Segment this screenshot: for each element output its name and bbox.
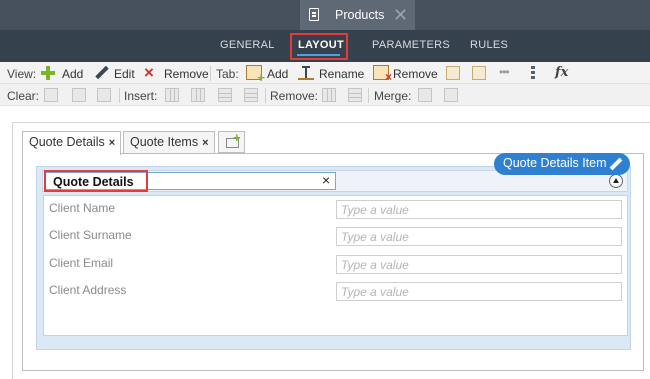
document-tab[interactable]: Products ✕ xyxy=(300,0,415,30)
item-badge[interactable]: Quote Details Item xyxy=(494,153,630,175)
clear-column-icon[interactable] xyxy=(97,88,111,102)
edit-view-button[interactable]: Edit xyxy=(114,67,135,81)
merge-cells-icon[interactable] xyxy=(418,88,432,102)
pencil-icon[interactable] xyxy=(609,157,623,171)
document-title: Products xyxy=(335,8,385,22)
insert-row-above-icon[interactable] xyxy=(218,88,232,102)
add-tab-button[interactable]: Add xyxy=(267,67,288,81)
client-email-input[interactable] xyxy=(337,256,621,273)
client-email-field[interactable] xyxy=(336,255,622,274)
close-tab-icon[interactable]: × xyxy=(202,137,208,149)
client-email-label: Client Email xyxy=(49,256,114,270)
clear-row-icon[interactable] xyxy=(72,88,86,102)
toolbar-separator xyxy=(368,88,369,103)
clear-label: Clear: xyxy=(7,89,40,103)
insert-column-right-icon[interactable] xyxy=(191,88,205,102)
client-address-label: Client Address xyxy=(49,283,127,297)
remove-view-icon[interactable]: × xyxy=(144,64,154,81)
add-view-icon[interactable] xyxy=(41,66,55,80)
tab-label: Tab: xyxy=(216,67,239,81)
remove-tab-icon[interactable]: × xyxy=(373,65,392,83)
rename-tab-button[interactable]: Rename xyxy=(319,67,364,81)
toolbar-separator xyxy=(119,88,120,103)
tab-quote-items[interactable]: Quote Items × xyxy=(123,131,215,154)
remove-row-icon[interactable] xyxy=(348,88,362,102)
clear-icon[interactable]: × xyxy=(322,172,330,188)
client-surname-label: Client Surname xyxy=(49,228,132,242)
toolbar-separator xyxy=(210,66,211,81)
tab-general[interactable]: GENERAL xyxy=(220,39,275,51)
item-badge-label: Quote Details Item xyxy=(503,156,607,170)
toolbar-separator xyxy=(265,88,266,103)
fx-icon[interactable]: fx xyxy=(555,65,568,80)
add-tab-icon[interactable]: + xyxy=(246,65,265,84)
layout-tab-highlight xyxy=(290,33,348,60)
merge-label: Merge: xyxy=(374,89,412,103)
add-view-button[interactable]: Add xyxy=(62,67,83,81)
close-icon[interactable]: ✕ xyxy=(393,6,408,24)
close-tab-icon[interactable]: × xyxy=(109,137,115,149)
split-cells-icon[interactable] xyxy=(444,88,458,102)
move-tab-right-icon[interactable] xyxy=(472,66,486,80)
insert-column-left-icon[interactable] xyxy=(165,88,179,102)
client-name-label: Client Name xyxy=(49,201,116,215)
insert-label: Insert: xyxy=(124,89,158,103)
insert-row-below-icon[interactable] xyxy=(244,88,258,102)
tab-parameters[interactable]: PARAMETERS xyxy=(372,39,450,51)
document-icon xyxy=(309,8,319,21)
tab-quote-details[interactable]: Quote Details × xyxy=(22,131,121,155)
edit-icon[interactable] xyxy=(95,66,109,80)
client-name-field[interactable] xyxy=(336,200,622,219)
more-dots-icon[interactable]: ••• xyxy=(499,65,510,79)
client-name-input[interactable] xyxy=(337,201,621,218)
toolbar-primary: View: Add Edit × Remove Tab: + Add Renam… xyxy=(0,62,650,84)
remove-column-icon[interactable] xyxy=(322,88,336,102)
clear-cell-icon[interactable] xyxy=(44,88,58,102)
remove-view-button[interactable]: Remove xyxy=(164,67,209,81)
collapse-icon[interactable] xyxy=(609,174,623,188)
view-label: View: xyxy=(7,67,37,81)
move-tab-left-icon[interactable] xyxy=(446,66,460,80)
toolbar-secondary: Clear: Insert: Remove: Merge: xyxy=(0,84,650,106)
client-address-field[interactable] xyxy=(336,282,622,301)
add-tab-button[interactable]: + xyxy=(218,131,245,153)
client-surname-field[interactable] xyxy=(336,227,622,246)
rename-tab-icon[interactable] xyxy=(298,66,314,80)
vertical-dots-icon[interactable] xyxy=(531,66,535,80)
tab-quote-details-label: Quote Details xyxy=(29,135,105,149)
section-name-highlight xyxy=(44,170,148,192)
client-surname-input[interactable] xyxy=(337,228,621,245)
client-address-input[interactable] xyxy=(337,283,621,300)
remove-label: Remove: xyxy=(270,89,319,103)
tab-quote-items-label: Quote Items xyxy=(130,135,199,149)
plus-icon: + xyxy=(233,130,241,145)
remove-tab-button[interactable]: Remove xyxy=(393,67,438,81)
tab-rules[interactable]: RULES xyxy=(470,39,508,51)
